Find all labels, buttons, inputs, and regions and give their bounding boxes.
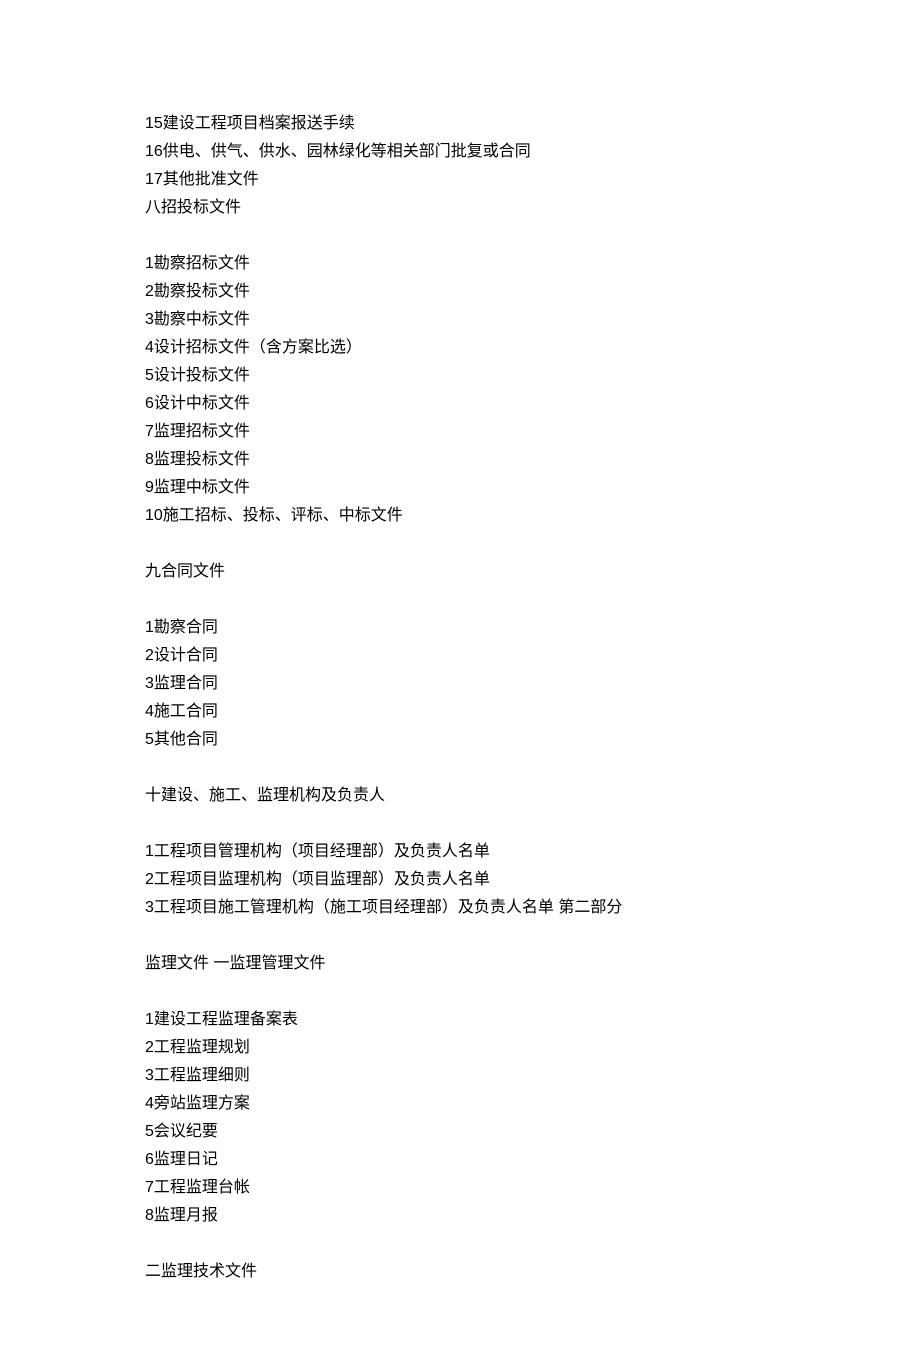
text-line: 3工程项目施工管理机构（施工项目经理部）及负责人名单 第二部分 (145, 894, 775, 922)
blank-line (145, 754, 775, 782)
text-line: 6监理日记 (145, 1146, 775, 1174)
blank-line (145, 530, 775, 558)
text-line: 10施工招标、投标、评标、中标文件 (145, 502, 775, 530)
text-line: 8监理投标文件 (145, 446, 775, 474)
text-line: 3监理合同 (145, 670, 775, 698)
text-line: 7工程监理台帐 (145, 1174, 775, 1202)
section-heading: 十建设、施工、监理机构及负责人 (145, 782, 775, 810)
text-line: 4施工合同 (145, 698, 775, 726)
text-line: 16供电、供气、供水、园林绿化等相关部门批复或合同 (145, 138, 775, 166)
blank-line (145, 922, 775, 950)
text-line: 2勘察投标文件 (145, 278, 775, 306)
document-body: 15建设工程项目档案报送手续 16供电、供气、供水、园林绿化等相关部门批复或合同… (145, 110, 775, 1286)
text-line: 1勘察招标文件 (145, 250, 775, 278)
text-line: 7监理招标文件 (145, 418, 775, 446)
text-line: 1建设工程监理备案表 (145, 1006, 775, 1034)
text-line: 6设计中标文件 (145, 390, 775, 418)
text-line: 3工程监理细则 (145, 1062, 775, 1090)
text-line: 1工程项目管理机构（项目经理部）及负责人名单 (145, 838, 775, 866)
text-line: 17其他批准文件 (145, 166, 775, 194)
section-heading: 九合同文件 (145, 558, 775, 586)
text-line: 2工程项目监理机构（项目监理部）及负责人名单 (145, 866, 775, 894)
text-line: 15建设工程项目档案报送手续 (145, 110, 775, 138)
blank-line (145, 586, 775, 614)
text-line: 5其他合同 (145, 726, 775, 754)
text-line: 8监理月报 (145, 1202, 775, 1230)
section-heading: 监理文件 一监理管理文件 (145, 950, 775, 978)
blank-line (145, 222, 775, 250)
text-line: 9监理中标文件 (145, 474, 775, 502)
text-line: 3勘察中标文件 (145, 306, 775, 334)
text-line: 4旁站监理方案 (145, 1090, 775, 1118)
text-line: 2工程监理规划 (145, 1034, 775, 1062)
blank-line (145, 1230, 775, 1258)
blank-line (145, 978, 775, 1006)
section-heading: 二监理技术文件 (145, 1258, 775, 1286)
text-line: 5设计投标文件 (145, 362, 775, 390)
text-line: 4设计招标文件（含方案比选） (145, 334, 775, 362)
text-line: 2设计合同 (145, 642, 775, 670)
text-line: 1勘察合同 (145, 614, 775, 642)
text-line: 5会议纪要 (145, 1118, 775, 1146)
section-heading: 八招投标文件 (145, 194, 775, 222)
blank-line (145, 810, 775, 838)
